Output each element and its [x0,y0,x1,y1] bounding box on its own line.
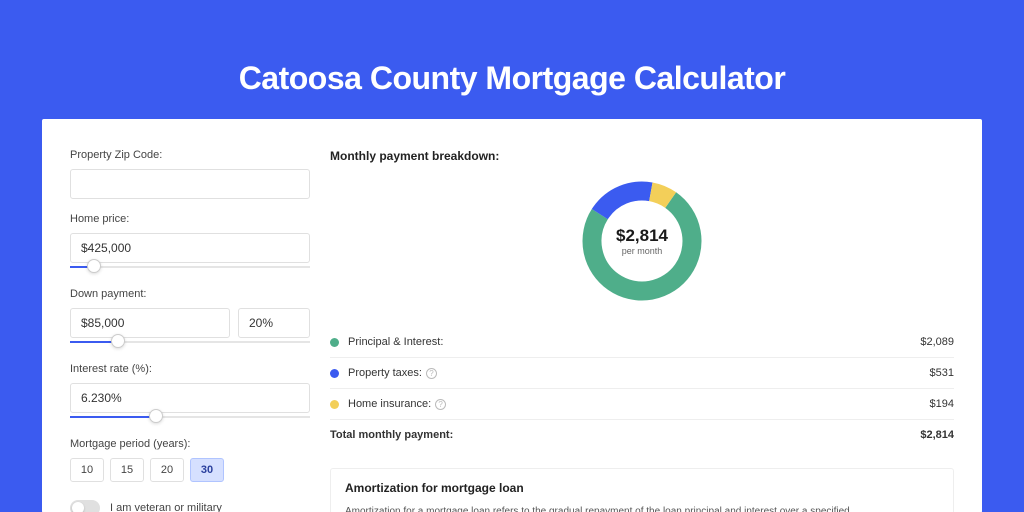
field-down-payment: Down payment: [70,288,310,349]
dot-icon [330,338,339,347]
dot-icon [330,369,339,378]
field-period: Mortgage period (years): 10 15 20 30 [70,438,310,482]
interest-slider[interactable] [70,412,310,424]
legend-label: Property taxes: ? [348,367,930,379]
legend-total-value: $2,814 [920,429,954,441]
donut-total: $2,814 [616,226,668,246]
amortization-text: Amortization for a mortgage loan refers … [345,505,939,512]
donut-chart: $2,814 per month [578,177,706,305]
breakdown-title: Monthly payment breakdown: [330,149,954,163]
calculator-card: Property Zip Code: Home price: Down paym… [48,125,976,512]
period-btn-10[interactable]: 10 [70,458,104,482]
page-title: Catoosa County Mortgage Calculator [0,0,1024,119]
legend-value: $531 [930,367,954,379]
breakdown-panel: Monthly payment breakdown: $2,814 per mo… [330,149,954,512]
home-price-slider[interactable] [70,262,310,274]
period-btn-20[interactable]: 20 [150,458,184,482]
legend: Principal & Interest: $2,089 Property ta… [330,327,954,450]
down-payment-input[interactable] [70,308,230,338]
period-options: 10 15 20 30 [70,458,310,482]
form-panel: Property Zip Code: Home price: Down paym… [70,149,310,512]
help-icon[interactable]: ? [435,399,446,410]
zip-input[interactable] [70,169,310,199]
down-payment-slider[interactable] [70,337,310,349]
amortization-box: Amortization for mortgage loan Amortizat… [330,468,954,512]
interest-input[interactable] [70,383,310,413]
legend-row-principal: Principal & Interest: $2,089 [330,327,954,358]
period-btn-15[interactable]: 15 [110,458,144,482]
slider-thumb[interactable] [87,259,101,273]
page-root: Catoosa County Mortgage Calculator Prope… [0,0,1024,512]
slider-thumb[interactable] [149,409,163,423]
zip-label: Property Zip Code: [70,149,310,161]
legend-row-taxes: Property taxes: ? $531 [330,358,954,389]
donut-wrap: $2,814 per month [330,177,954,305]
legend-value: $194 [930,398,954,410]
legend-total-label: Total monthly payment: [330,429,920,441]
field-home-price: Home price: [70,213,310,274]
legend-row-total: Total monthly payment: $2,814 [330,420,954,450]
donut-center: $2,814 per month [616,226,668,256]
toggle-knob [72,502,84,512]
amortization-title: Amortization for mortgage loan [345,481,939,495]
period-btn-30[interactable]: 30 [190,458,224,482]
legend-value: $2,089 [920,336,954,348]
period-label: Mortgage period (years): [70,438,310,450]
interest-label: Interest rate (%): [70,363,310,375]
down-payment-label: Down payment: [70,288,310,300]
card-wrap: Property Zip Code: Home price: Down paym… [0,119,1024,512]
legend-row-insurance: Home insurance: ? $194 [330,389,954,420]
help-icon[interactable]: ? [426,368,437,379]
dot-icon [330,400,339,409]
veteran-label: I am veteran or military [110,502,222,512]
home-price-input[interactable] [70,233,310,263]
card-outer: Property Zip Code: Home price: Down paym… [42,119,982,512]
veteran-toggle[interactable] [70,500,100,512]
field-interest: Interest rate (%): [70,363,310,424]
field-zip: Property Zip Code: [70,149,310,199]
legend-label: Home insurance: ? [348,398,930,410]
down-payment-pct-input[interactable] [238,308,310,338]
donut-sub: per month [616,246,668,256]
slider-thumb[interactable] [111,334,125,348]
veteran-row: I am veteran or military [70,500,310,512]
legend-label: Principal & Interest: [348,336,920,348]
home-price-label: Home price: [70,213,310,225]
